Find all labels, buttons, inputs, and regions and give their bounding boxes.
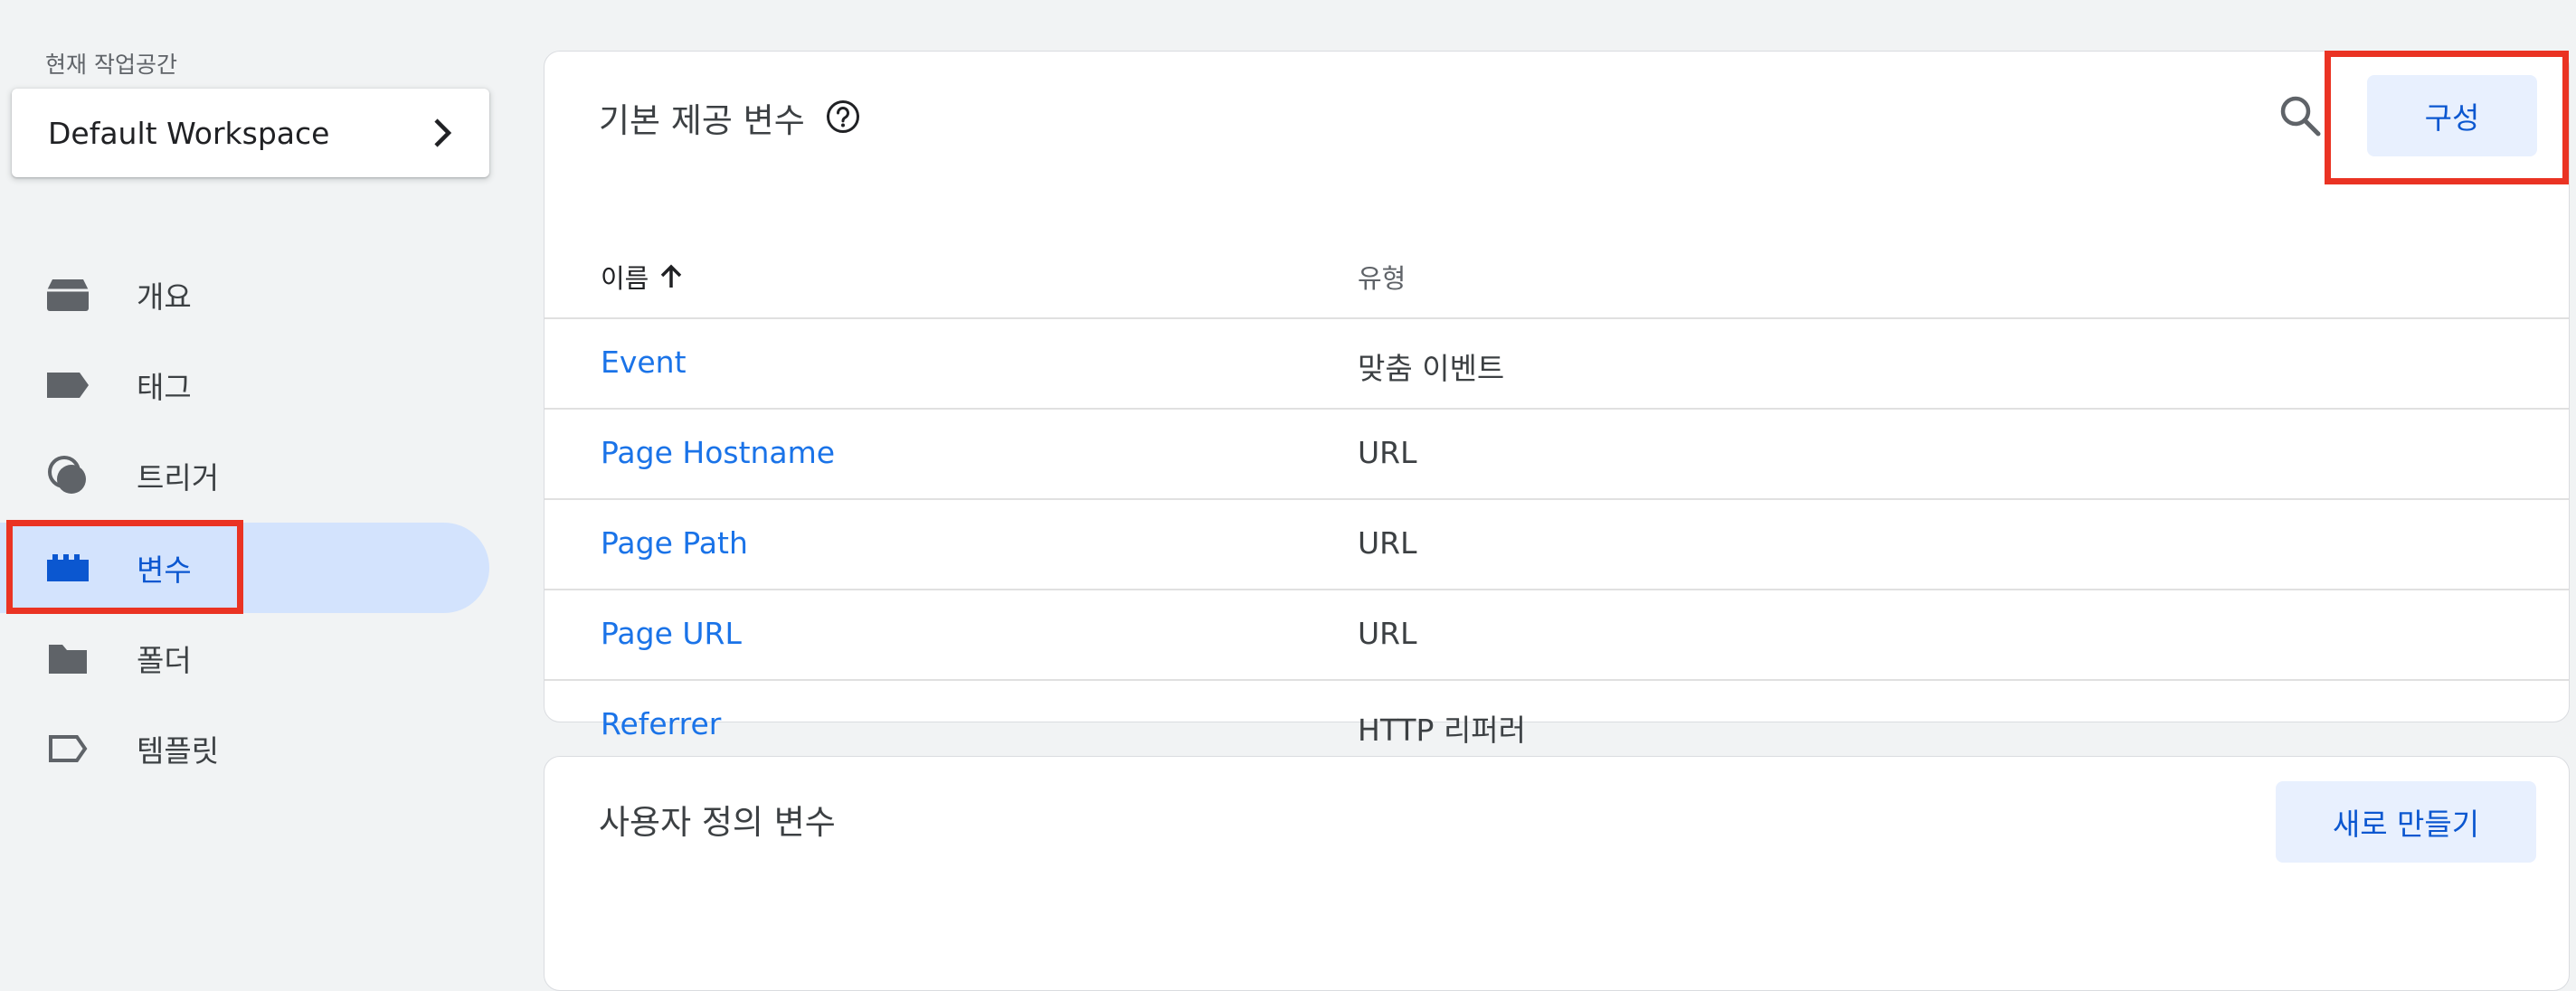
table-row[interactable]: Event 맞춤 이벤트 <box>545 319 2569 410</box>
workspace-label: 현재 작업공간 <box>45 52 177 78</box>
table-header: 이름 유형 <box>545 229 2569 319</box>
column-header-type: 유형 <box>1358 263 1406 294</box>
user-defined-variables-card: 사용자 정의 변수 새로 만들기 <box>544 756 2570 991</box>
sidebar-item-label: 트리거 <box>137 460 220 496</box>
column-header-name[interactable]: 이름 <box>601 258 683 296</box>
sidebar-item-triggers[interactable]: 트리거 <box>0 430 489 521</box>
variable-name-link[interactable]: Page Hostname <box>601 435 835 470</box>
sidebar-item-tags[interactable]: 태그 <box>0 340 489 430</box>
variable-name-link[interactable]: Event <box>601 344 687 380</box>
variable-type: URL <box>1358 435 1417 470</box>
table-row[interactable]: Page URL URL <box>545 590 2569 681</box>
search-icon[interactable] <box>2277 92 2324 139</box>
highlight-box-configure <box>2325 51 2569 184</box>
sidebar-item-label: 폴더 <box>137 643 192 678</box>
workspace-selector[interactable]: Default Workspace <box>12 89 489 177</box>
variable-type: 맞춤 이벤트 <box>1358 351 1505 386</box>
column-header-name-label: 이름 <box>601 263 649 294</box>
help-icon[interactable] <box>825 99 861 135</box>
variable-name-link[interactable]: Referrer <box>601 706 721 741</box>
sidebar-item-folders[interactable]: 폴더 <box>0 613 489 703</box>
overview-icon <box>45 275 90 315</box>
workspace-name: Default Workspace <box>48 115 330 151</box>
table-row[interactable]: Page Path URL <box>545 500 2569 590</box>
tag-icon <box>45 365 90 405</box>
variable-type: URL <box>1358 616 1417 651</box>
sidebar-item-label: 개요 <box>137 279 192 315</box>
sidebar-item-overview[interactable]: 개요 <box>0 250 489 340</box>
trigger-icon <box>45 456 90 496</box>
builtin-variables-title: 기본 제공 변수 <box>599 101 805 140</box>
table-row[interactable]: Page Hostname URL <box>545 410 2569 500</box>
user-defined-variables-title: 사용자 정의 변수 <box>599 803 836 842</box>
sidebar-item-label: 태그 <box>137 370 192 405</box>
new-variable-button[interactable]: 새로 만들기 <box>2276 781 2536 863</box>
template-icon <box>45 729 90 769</box>
highlight-box-variables <box>6 520 243 614</box>
folder-icon <box>45 638 90 678</box>
sidebar-item-label: 템플릿 <box>137 733 220 769</box>
variable-name-link[interactable]: Page URL <box>601 616 742 651</box>
variable-type: HTTP 리퍼러 <box>1358 713 1527 748</box>
variable-type: URL <box>1358 525 1417 561</box>
variable-name-link[interactable]: Page Path <box>601 525 748 561</box>
builtin-variables-card: 기본 제공 변수 구성 이름 유형 Event 맞춤 이벤트 Page Host… <box>544 51 2570 748</box>
chevron-right-icon <box>434 118 452 147</box>
sidebar-item-templates[interactable]: 템플릿 <box>0 703 489 794</box>
sort-arrow-up-icon <box>661 264 682 288</box>
